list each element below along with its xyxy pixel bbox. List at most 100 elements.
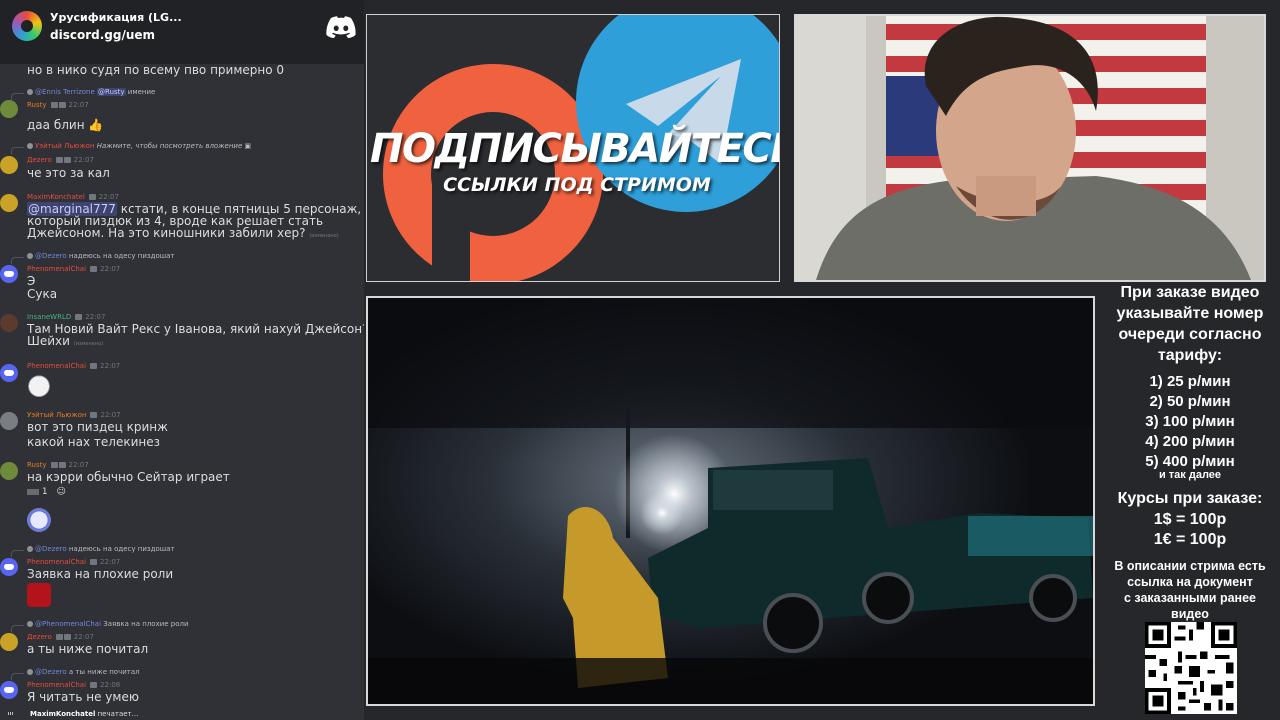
server-header[interactable]: Урусификация (LG... discord.gg/uem [0, 0, 364, 64]
message-meta: MaximKonchatel 22:07 [27, 193, 119, 201]
timestamp: 22:08 [100, 681, 121, 689]
role-badge-icon [75, 314, 83, 320]
message-meta: Дezero 22:07 [27, 633, 94, 641]
role-badge-icon [50, 102, 58, 108]
timestamp: 22:07 [100, 411, 121, 419]
red-face-emoji-icon [27, 583, 51, 607]
trollface-emoji-icon [27, 508, 51, 532]
reply-preview[interactable]: @Dezero а ты ниже почитал [11, 668, 140, 680]
reply-author: Уэйтый Льюжон [35, 142, 95, 150]
timestamp: 22:07 [85, 313, 106, 321]
avatar[interactable] [0, 412, 18, 430]
avatar[interactable] [0, 314, 18, 332]
meme-face-emoji-icon [27, 373, 51, 397]
reply-preview[interactable]: @Ennis Terrizone @Rusty имение [10, 88, 156, 100]
rate-eur: 1€ = 100р [1153, 531, 1227, 548]
username[interactable]: Дezero [27, 156, 52, 164]
reply-author: @Dezero [35, 252, 67, 260]
tariff-more: и так далее [1158, 469, 1222, 481]
message-meta: PhenomenalChai 22:08 [27, 681, 120, 689]
message-meta: PhenomenalChai 22:07 [27, 558, 120, 566]
username[interactable]: PhenomenalChai [27, 265, 86, 273]
reply-avatar [27, 253, 33, 259]
username[interactable]: Rusty [27, 461, 47, 469]
server-avatar [12, 11, 42, 41]
avatar[interactable] [0, 265, 18, 283]
reply-text: Заявка на плохие роли [103, 620, 189, 628]
video-scene [368, 298, 1093, 704]
username[interactable]: PhenomenalChai [27, 558, 86, 566]
tariff-list: 1) 25 р/мин 2) 50 р/мин 3) 100 р/мин 4) … [1100, 372, 1280, 472]
info-line: очереди согласно [1118, 326, 1262, 343]
movie-video-player[interactable] [366, 296, 1095, 706]
webcam-feed [794, 14, 1266, 282]
message-text: Джейсоном. На это киношники забили хер? … [27, 227, 339, 243]
reply-author: @Dezero [35, 545, 67, 553]
username[interactable]: Дezero [27, 633, 52, 641]
info-line: указывайте номер [1116, 305, 1264, 322]
image-icon: ▣ [244, 142, 252, 150]
reply-avatar [27, 143, 33, 149]
reply-author: @PhenomenalChai [35, 620, 102, 628]
add-reaction-icon[interactable]: ☺ [56, 487, 65, 497]
tariff-item: 2) 50 р/мин [1149, 393, 1231, 410]
desc-line: В описании стрима есть [1114, 559, 1266, 573]
reply-preview[interactable]: Уэйтый Льюжон Нажмите, чтобы посмотреть … [10, 142, 252, 154]
avatar[interactable] [0, 364, 18, 382]
timestamp: 22:07 [73, 633, 94, 641]
discord-logo-icon [326, 16, 356, 38]
avatar[interactable] [0, 633, 18, 651]
reply-preview[interactable]: @PhenomenalChai Заявка на плохие роли [11, 620, 189, 632]
role-badge-icon [58, 102, 66, 108]
message-meta: PhenomenalChai 22:07 [27, 265, 120, 273]
banner-subtitle: ССЫЛКИ ПОД СТРИМОМ [443, 174, 711, 196]
description-note: В описании стрима есть ссылка на докумен… [1100, 558, 1280, 622]
qr-code-icon[interactable] [1145, 622, 1237, 714]
timestamp: 22:07 [73, 156, 94, 164]
username[interactable]: PhenomenalChai [27, 681, 86, 689]
avatar[interactable] [0, 558, 18, 576]
username[interactable]: InsaneWRLD [27, 313, 71, 321]
username[interactable]: Уэйтый Льюжон [27, 411, 86, 419]
message-meta: Дezero 22:07 [27, 156, 94, 164]
avatar[interactable] [0, 156, 18, 174]
banner-title: ПОДПИСЫВАЙТЕСЬ [370, 126, 780, 172]
role-badge-icon [55, 157, 63, 163]
reaction-chip[interactable]: 1 ☺ [27, 487, 66, 497]
role-badge-icon [58, 462, 66, 468]
typing-user: MaximKonchatel [30, 710, 96, 718]
username[interactable]: MaximKonchatel [27, 193, 85, 201]
role-badge-icon [63, 157, 71, 163]
server-invite-link[interactable]: discord.gg/uem [50, 28, 155, 42]
username[interactable]: Rusty [27, 101, 47, 109]
message-text: какой нах телекинез [27, 435, 161, 449]
message-text: на кэрри обычно Сейтар играет [27, 470, 230, 484]
reply-preview[interactable]: @Dezero надеюсь на одесу пиздошат [11, 545, 175, 557]
info-line: При заказе видео [1120, 284, 1260, 301]
reply-mention: @Rusty [97, 88, 126, 96]
server-name: Урусификация (LG... [50, 11, 182, 24]
role-badge-icon [63, 634, 71, 640]
message-meta: Rusty 22:07 [27, 461, 89, 469]
reply-text: имение [127, 88, 156, 96]
role-badge-icon [90, 363, 98, 369]
username[interactable]: PhenomenalChai [27, 362, 86, 370]
reply-text: надеюсь на одесу пиздошат [68, 545, 175, 553]
avatar[interactable] [0, 194, 18, 212]
timestamp: 22:07 [68, 101, 89, 109]
message-meta: InsaneWRLD 22:07 [27, 313, 105, 321]
desc-line: ссылка на документ [1127, 575, 1253, 589]
timestamp: 22:07 [100, 558, 121, 566]
reply-avatar [27, 621, 33, 627]
avatar[interactable] [0, 100, 18, 118]
reply-preview[interactable]: @Dezero надеюсь на одесу пиздошат [11, 252, 175, 264]
reply-text: Нажмите, чтобы посмотреть вложение [96, 142, 243, 150]
timestamp: 22:07 [100, 265, 121, 273]
role-badge-icon [90, 266, 98, 272]
avatar[interactable] [0, 681, 18, 699]
reaction-count: 1 [41, 487, 48, 497]
desc-line: видео [1171, 607, 1209, 621]
message-text: Сука [27, 287, 58, 301]
timestamp: 22:07 [68, 461, 89, 469]
avatar[interactable] [0, 462, 18, 480]
